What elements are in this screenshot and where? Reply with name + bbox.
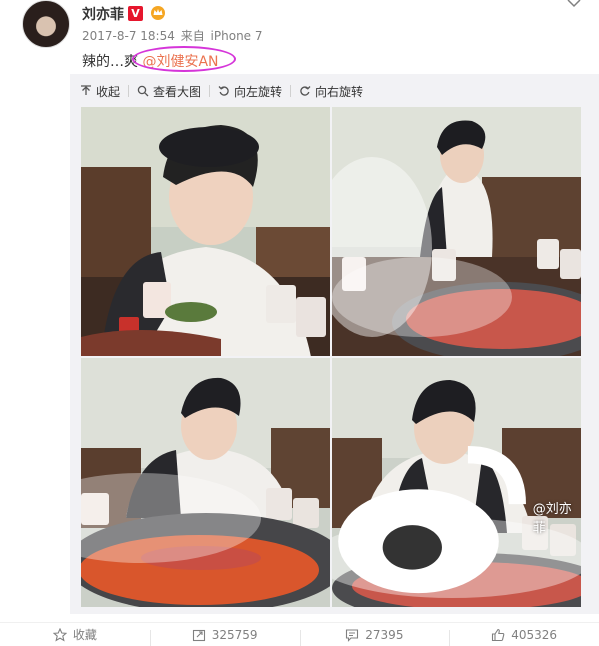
rotate-right-button[interactable]: 向右旋转 bbox=[299, 83, 363, 100]
photo-1-image bbox=[81, 107, 330, 356]
comment-icon bbox=[346, 628, 359, 642]
rotate-left-icon bbox=[218, 86, 229, 96]
like-count: 405326 bbox=[511, 627, 558, 642]
photo-3-image bbox=[81, 358, 330, 607]
like-button[interactable]: 405326 bbox=[449, 627, 599, 646]
action-bar: 收藏 325759 27395 405326 bbox=[0, 622, 599, 646]
username[interactable]: 刘亦菲 bbox=[82, 4, 124, 24]
media-toolbar: 收起 查看大图 向左旋转 向右旋转 bbox=[80, 82, 363, 100]
weibo-logo-icon bbox=[338, 446, 526, 594]
weibo-post-card: 刘亦菲 V 2017-8-7 18:54 来自 iPhone 7 辣的…爽 @刘… bbox=[0, 0, 599, 646]
chevron-down-icon[interactable] bbox=[567, 0, 581, 8]
toolbar-divider bbox=[128, 85, 130, 97]
photo-2[interactable] bbox=[332, 107, 581, 356]
photo-2-image bbox=[332, 107, 581, 356]
source-device: iPhone 7 bbox=[210, 29, 263, 43]
post-body: 辣的…爽 bbox=[82, 54, 138, 70]
verified-badge: V bbox=[128, 6, 143, 21]
post-timestamp[interactable]: 2017-8-7 18:54 bbox=[82, 29, 175, 43]
collapse-label: 收起 bbox=[96, 84, 121, 99]
comment-count: 27395 bbox=[365, 627, 404, 642]
source-prefix: 来自 bbox=[180, 29, 205, 43]
photo-3[interactable] bbox=[81, 358, 330, 607]
rotate-right-icon bbox=[300, 86, 311, 96]
favorite-label: 收藏 bbox=[72, 628, 97, 642]
post-text: 辣的…爽 @刘健安AN bbox=[82, 51, 219, 71]
star-icon bbox=[52, 627, 67, 642]
comment-button[interactable]: 27395 bbox=[299, 627, 450, 646]
favorite-button[interactable]: 收藏 bbox=[0, 626, 150, 643]
thumbs-up-icon bbox=[492, 628, 505, 641]
view-large-label: 查看大图 bbox=[153, 84, 202, 99]
rotate-left-button[interactable]: 向左旋转 bbox=[218, 83, 282, 100]
repost-button[interactable]: 325759 bbox=[149, 627, 300, 646]
rotate-left-label: 向左旋转 bbox=[234, 84, 283, 99]
photo-grid: @刘亦菲 bbox=[81, 107, 581, 607]
mention-link[interactable]: @刘健安AN bbox=[142, 54, 218, 70]
collapse-button[interactable]: 收起 bbox=[80, 83, 120, 100]
photo-watermark: @刘亦菲 bbox=[332, 430, 575, 603]
magnifier-icon bbox=[137, 85, 149, 97]
rotate-right-label: 向右旋转 bbox=[315, 84, 364, 99]
watermark-text: @刘亦菲 bbox=[532, 501, 572, 536]
toolbar-divider bbox=[290, 85, 292, 97]
photo-4[interactable]: @刘亦菲 bbox=[332, 358, 581, 607]
post-meta: 2017-8-7 18:54 来自 iPhone 7 bbox=[82, 27, 265, 44]
collapse-icon bbox=[81, 85, 91, 95]
repost-icon bbox=[192, 629, 205, 641]
avatar[interactable] bbox=[22, 0, 70, 48]
view-large-button[interactable]: 查看大图 bbox=[137, 83, 201, 100]
crown-icon bbox=[151, 6, 165, 20]
toolbar-divider bbox=[209, 85, 211, 97]
photo-1[interactable] bbox=[81, 107, 330, 356]
repost-count: 325759 bbox=[211, 627, 258, 642]
